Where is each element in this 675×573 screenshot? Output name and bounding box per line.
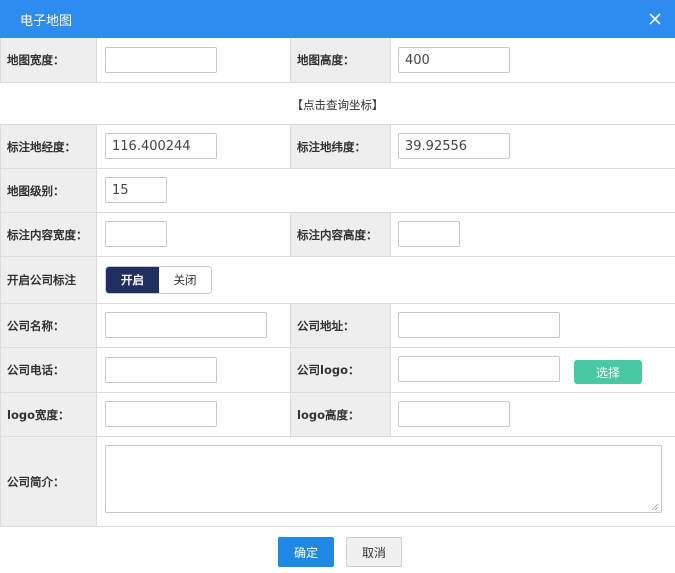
map-level-label: 地图级别： (0, 169, 97, 212)
dialog-titlebar: 电子地图 (0, 0, 675, 38)
marker-lng-input[interactable] (105, 133, 217, 159)
dialog-title: 电子地图 (20, 14, 73, 29)
row-company-intro: 公司简介： (0, 437, 675, 527)
company-logo-label: 公司logo： (290, 348, 391, 392)
company-address-label: 公司地址： (290, 304, 391, 347)
company-logo-input[interactable] (398, 356, 560, 382)
logo-width-input[interactable] (105, 401, 217, 427)
query-coords-link[interactable]: 【点击查询坐标】 (0, 97, 675, 113)
company-name-input[interactable] (105, 312, 267, 338)
row-map-level: 地图级别： (0, 169, 675, 213)
toggle-on-button[interactable]: 开启 (106, 267, 159, 293)
company-marker-label: 开启公司标注 (0, 257, 97, 303)
content-height-input[interactable] (398, 221, 460, 247)
content-height-label: 标注内容高度： (290, 213, 391, 256)
row-company-phone: 公司电话： 公司logo： 选择 (0, 348, 675, 393)
content-width-input[interactable] (105, 221, 167, 247)
row-logo-size: logo宽度： logo高度： (0, 393, 675, 437)
close-icon[interactable] (645, 9, 665, 29)
row-content-size: 标注内容宽度： 标注内容高度： (0, 213, 675, 257)
map-width-label: 地图宽度： (0, 38, 97, 82)
company-intro-textarea[interactable] (105, 445, 662, 513)
map-height-label: 地图高度： (290, 38, 391, 82)
company-intro-label: 公司简介： (0, 437, 97, 526)
map-level-input[interactable] (105, 177, 167, 203)
row-map-size: 地图宽度： 地图高度： (0, 38, 675, 83)
company-marker-toggle: 开启 关闭 (105, 266, 212, 294)
map-height-input[interactable] (398, 47, 510, 73)
company-phone-input[interactable] (105, 357, 217, 383)
map-width-input[interactable] (105, 47, 217, 73)
marker-lng-label: 标注地经度： (0, 125, 97, 168)
select-logo-button[interactable]: 选择 (574, 360, 642, 384)
resize-grip-icon[interactable] (651, 503, 659, 511)
logo-width-label: logo宽度： (0, 393, 97, 436)
ok-button[interactable]: 确定 (278, 537, 334, 567)
content-width-label: 标注内容宽度： (0, 213, 97, 256)
logo-height-label: logo高度： (290, 393, 391, 436)
cancel-button[interactable]: 取消 (346, 537, 402, 567)
row-company-marker: 开启公司标注 开启 关闭 (0, 257, 675, 304)
company-phone-label: 公司电话： (0, 348, 97, 392)
company-address-input[interactable] (398, 312, 560, 338)
row-coords: 标注地经度： 标注地纬度： (0, 125, 675, 169)
marker-lat-label: 标注地纬度： (290, 125, 391, 168)
company-name-label: 公司名称： (0, 304, 97, 347)
logo-height-input[interactable] (398, 401, 510, 427)
row-company-name: 公司名称： 公司地址： (0, 304, 675, 348)
toggle-off-button[interactable]: 关闭 (159, 267, 211, 293)
marker-lat-input[interactable] (398, 133, 510, 159)
row-query-coords: 【点击查询坐标】 (0, 83, 675, 125)
